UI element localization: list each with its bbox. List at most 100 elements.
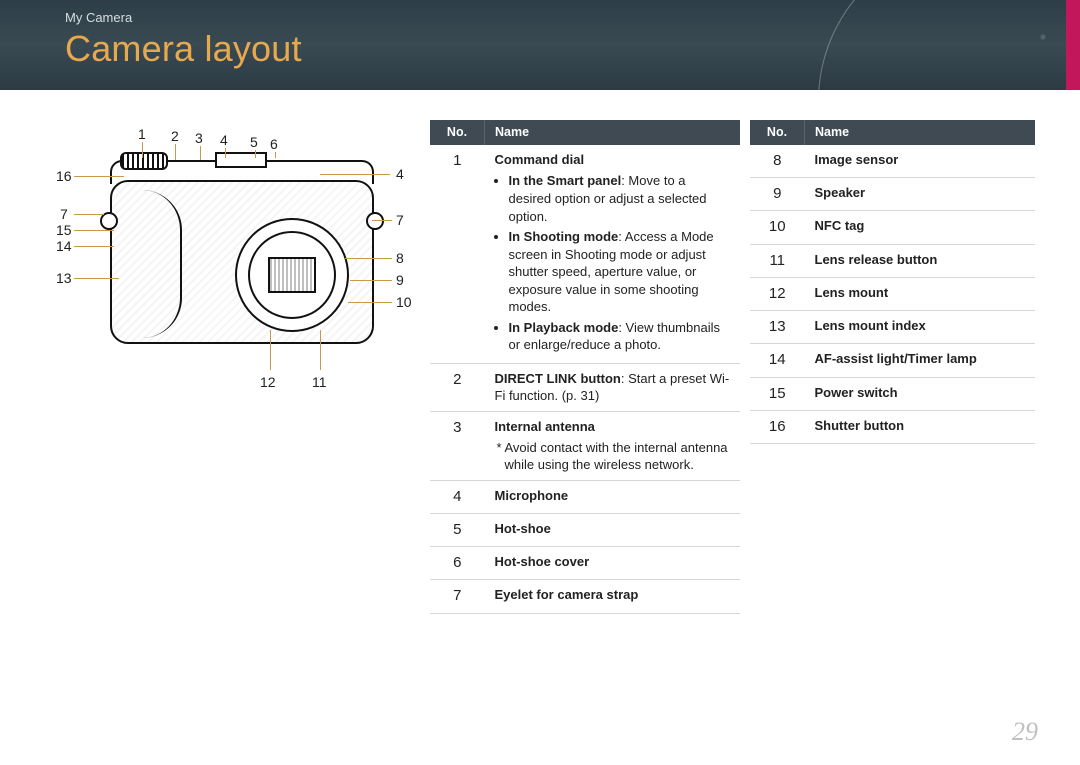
detail-item: In the Smart panel: Move to a desired op… <box>509 172 731 225</box>
table-row: 13 Lens mount index <box>750 311 1035 344</box>
part-cell: DIRECT LINK button: Start a preset Wi-Fi… <box>485 363 741 411</box>
col-name: Name <box>485 120 741 145</box>
detail-item: In Playback mode: View thumbnails or enl… <box>509 319 731 354</box>
parts-table-1: No. Name 1 Command dial In the Smart pan… <box>430 120 740 614</box>
part-name: Hot-shoe <box>495 521 551 536</box>
callout-b12: 12 <box>260 374 276 390</box>
part-cell: Internal antenna * Avoid contact with th… <box>485 411 741 480</box>
part-cell: AF-assist light/Timer lamp <box>805 344 1036 377</box>
callout-l16: 16 <box>56 168 72 184</box>
part-no: 13 <box>750 311 805 344</box>
callout-6: 6 <box>270 136 278 152</box>
parts-table-2: No. Name 8 Image sensor 9 Speaker 10 NFC… <box>750 120 1035 444</box>
part-name: DIRECT LINK button <box>495 371 621 386</box>
callout-l14: 14 <box>56 238 72 254</box>
callout-r10: 10 <box>396 294 412 310</box>
col-no: No. <box>430 120 485 145</box>
part-cell: Microphone <box>485 480 741 513</box>
part-name: Eyelet for camera strap <box>495 587 639 602</box>
part-cell: Command dial In the Smart panel: Move to… <box>485 145 741 364</box>
part-cell: Lens mount index <box>805 311 1036 344</box>
table-row: 8 Image sensor <box>750 145 1035 178</box>
table-row: 12 Lens mount <box>750 277 1035 310</box>
part-no: 15 <box>750 377 805 410</box>
part-name: AF-assist light/Timer lamp <box>815 351 977 366</box>
table-row: 15 Power switch <box>750 377 1035 410</box>
callout-l13: 13 <box>56 270 72 286</box>
part-name: Image sensor <box>815 152 899 167</box>
camera-diagram: 1 2 3 4 5 6 4 7 8 9 10 16 7 15 14 13 12 … <box>40 120 420 410</box>
part-no: 6 <box>430 547 485 580</box>
table-row: 9 Speaker <box>750 178 1035 211</box>
part-no: 3 <box>430 411 485 480</box>
accent-bar <box>1066 0 1080 90</box>
part-no: 10 <box>750 211 805 244</box>
callout-r7: 7 <box>396 212 404 228</box>
col-name: Name <box>805 120 1036 145</box>
table-row: 7 Eyelet for camera strap <box>430 580 740 613</box>
part-no: 1 <box>430 145 485 364</box>
part-note: * Avoid contact with the internal antenn… <box>495 439 731 474</box>
part-cell: Power switch <box>805 377 1036 410</box>
part-no: 11 <box>750 244 805 277</box>
part-no: 5 <box>430 513 485 546</box>
callout-l15: 15 <box>56 222 72 238</box>
part-name: Hot-shoe cover <box>495 554 590 569</box>
part-no: 8 <box>750 145 805 178</box>
callout-5: 5 <box>250 134 258 150</box>
part-cell: Shutter button <box>805 410 1036 443</box>
part-no: 14 <box>750 344 805 377</box>
page-content: 1 2 3 4 5 6 4 7 8 9 10 16 7 15 14 13 12 … <box>0 90 1080 614</box>
table-row: 3 Internal antenna * Avoid contact with … <box>430 411 740 480</box>
camera-illustration: 1 2 3 4 5 6 4 7 8 9 10 16 7 15 14 13 12 … <box>60 130 400 410</box>
page-header: My Camera Camera layout <box>0 0 1080 90</box>
table-row: 10 NFC tag <box>750 211 1035 244</box>
part-no: 4 <box>430 480 485 513</box>
col-no: No. <box>750 120 805 145</box>
part-cell: Lens mount <box>805 277 1036 310</box>
part-cell: Hot-shoe cover <box>485 547 741 580</box>
part-name: Lens release button <box>815 252 938 267</box>
table-row: 4 Microphone <box>430 480 740 513</box>
callout-r8: 8 <box>396 250 404 266</box>
part-cell: Eyelet for camera strap <box>485 580 741 613</box>
part-name: Command dial <box>495 152 585 167</box>
callout-l7: 7 <box>60 206 68 222</box>
table-row: 2 DIRECT LINK button: Start a preset Wi-… <box>430 363 740 411</box>
table-row: 5 Hot-shoe <box>430 513 740 546</box>
part-cell: NFC tag <box>805 211 1036 244</box>
table-row: 16 Shutter button <box>750 410 1035 443</box>
part-name: NFC tag <box>815 218 865 233</box>
part-cell: Lens release button <box>805 244 1036 277</box>
table-row: 1 Command dial In the Smart panel: Move … <box>430 145 740 364</box>
part-detail-list: In the Smart panel: Move to a desired op… <box>495 172 731 353</box>
part-name: Microphone <box>495 488 569 503</box>
callout-1: 1 <box>138 126 146 142</box>
part-cell: Hot-shoe <box>485 513 741 546</box>
part-no: 16 <box>750 410 805 443</box>
part-name: Internal antenna <box>495 419 595 434</box>
part-name: Lens mount index <box>815 318 926 333</box>
callout-4: 4 <box>220 132 228 148</box>
part-no: 2 <box>430 363 485 411</box>
part-name: Shutter button <box>815 418 905 433</box>
page-number: 29 <box>1012 717 1038 747</box>
callout-r4: 4 <box>396 166 404 182</box>
part-cell: Speaker <box>805 178 1036 211</box>
callout-b11: 11 <box>312 374 327 390</box>
part-no: 9 <box>750 178 805 211</box>
callout-3: 3 <box>195 130 203 146</box>
part-no: 7 <box>430 580 485 613</box>
part-name: Power switch <box>815 385 898 400</box>
table-row: 14 AF-assist light/Timer lamp <box>750 344 1035 377</box>
part-cell: Image sensor <box>805 145 1036 178</box>
table-row: 11 Lens release button <box>750 244 1035 277</box>
part-no: 12 <box>750 277 805 310</box>
table-row: 6 Hot-shoe cover <box>430 547 740 580</box>
breadcrumb: My Camera <box>65 10 132 25</box>
part-name: Speaker <box>815 185 866 200</box>
part-name: Lens mount <box>815 285 889 300</box>
callout-r9: 9 <box>396 272 404 288</box>
callout-2: 2 <box>171 128 179 144</box>
page-title: Camera layout <box>65 28 302 70</box>
